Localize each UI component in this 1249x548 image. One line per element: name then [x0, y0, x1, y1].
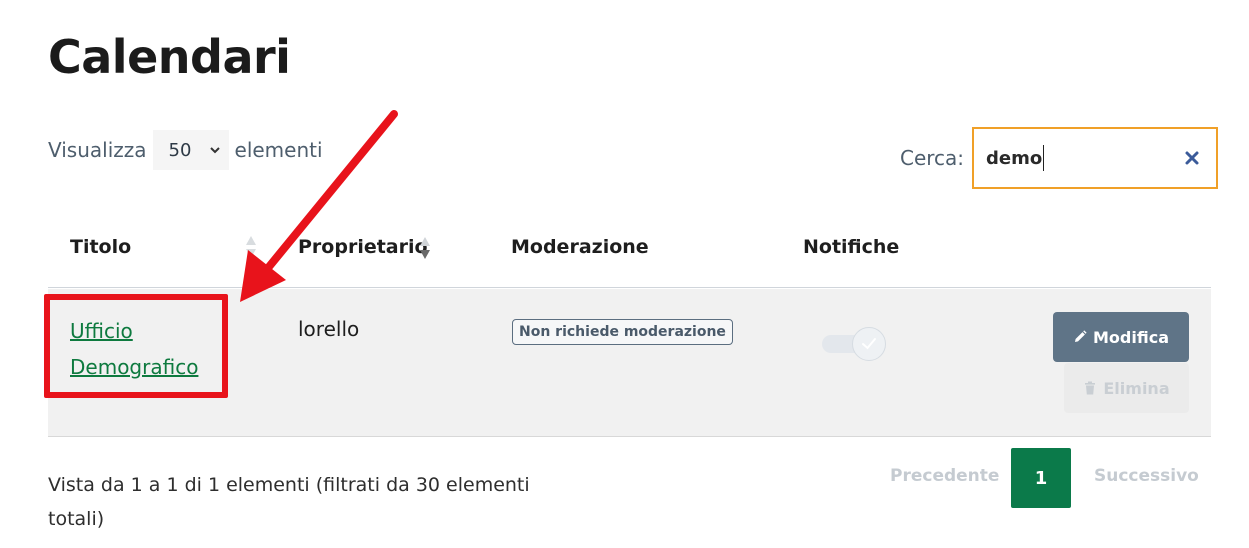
column-header-title[interactable]: Titolo	[70, 236, 131, 258]
delete-button[interactable]: Elimina	[1064, 363, 1189, 413]
column-header-notifications: Notifiche	[803, 236, 900, 258]
annotation-highlight-box	[44, 294, 228, 398]
clear-icon[interactable]	[1182, 148, 1202, 168]
edit-button-label: Modifica	[1093, 327, 1169, 347]
column-header-moderation: Moderazione	[511, 236, 649, 258]
delete-button-label: Elimina	[1103, 378, 1170, 398]
sort-descending-icon[interactable]	[418, 235, 432, 261]
length-control: Visualizza 50 elementi	[48, 128, 323, 172]
moderation-badge: Non richiede moderazione	[512, 319, 733, 345]
length-select[interactable]: 50	[152, 130, 229, 170]
sort-icon[interactable]	[244, 234, 258, 260]
toggle-knob	[852, 327, 886, 361]
owner-cell: lorello	[298, 317, 360, 341]
search-input[interactable]: demo	[972, 127, 1219, 189]
column-header-owner[interactable]: Proprietario	[298, 236, 428, 258]
pagination: Precedente 1 Successivo	[870, 448, 1210, 508]
text-caret	[1043, 145, 1045, 171]
length-select-value: 50	[168, 139, 192, 161]
length-suffix: elementi	[234, 138, 323, 162]
search-label: Cerca:	[900, 146, 965, 170]
length-prefix: Visualizza	[48, 138, 147, 162]
pencil-icon	[1075, 330, 1087, 342]
search-input-value: demo	[986, 147, 1043, 169]
chevron-down-icon	[209, 147, 220, 154]
notification-toggle[interactable]	[822, 327, 886, 361]
pagination-previous[interactable]: Precedente	[890, 466, 999, 486]
table-header: Titolo Proprietario Moderazione Notifich…	[48, 208, 1211, 288]
search-control: Cerca: demo	[900, 126, 1219, 190]
check-icon	[862, 338, 876, 350]
edit-button[interactable]: Modifica	[1053, 312, 1189, 362]
trash-icon	[1085, 381, 1096, 395]
pagination-current-page[interactable]: 1	[1011, 448, 1071, 508]
pagination-next[interactable]: Successivo	[1094, 466, 1199, 486]
table-info: Vista da 1 a 1 di 1 elementi (filtrati d…	[48, 474, 530, 530]
page-title: Calendari	[48, 30, 291, 84]
